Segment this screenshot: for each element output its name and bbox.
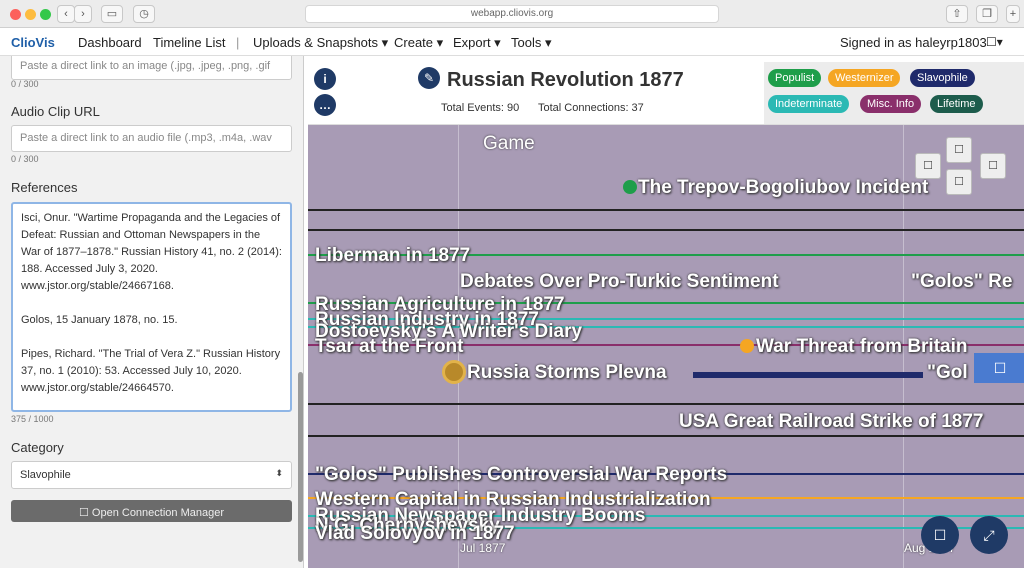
nav-create-menu[interactable]: Create ▾	[394, 35, 443, 51]
track-line	[308, 209, 1024, 211]
forward-button[interactable]: ›	[74, 5, 92, 23]
category-legend: Populist Westernizer Slavophile Indeterm…	[764, 62, 1024, 124]
event-label[interactable]: War Threat from Britain	[756, 336, 968, 358]
references-textarea[interactable]: Isci, Onur. "Wartime Propaganda and the …	[11, 202, 292, 412]
event-label[interactable]: "Golos" Re	[911, 271, 1012, 293]
edit-title-icon[interactable]: ✎	[418, 67, 440, 89]
event-label[interactable]: Debates Over Pro-Turkic Sentiment	[460, 271, 779, 293]
category-pill[interactable]: Westernizer	[828, 69, 901, 87]
nav-timeline-list[interactable]: Timeline List	[153, 35, 225, 50]
event-marker[interactable]	[623, 180, 637, 194]
event-marker[interactable]	[740, 339, 754, 353]
category-pill[interactable]: Populist	[768, 69, 822, 87]
share-icon[interactable]: ⇧	[946, 5, 968, 23]
app-navbar: ClioVis Dashboard Timeline List | Upload…	[0, 28, 1024, 56]
sidebar-scrollbar[interactable]	[298, 372, 303, 562]
event-label[interactable]: "Golos" Publishes Controversial War Repo…	[315, 464, 727, 486]
nav-separator: |	[236, 35, 240, 50]
category-pill[interactable]: Lifetime	[930, 95, 983, 113]
open-connection-manager-label: Open Connection Manager	[91, 507, 224, 519]
nav-export-menu[interactable]: Export ▾	[453, 35, 501, 51]
references-label: References	[11, 180, 78, 195]
event-label[interactable]: Liberman in 1877	[315, 245, 470, 267]
axis-label: Jul 1877	[460, 541, 506, 555]
category-select[interactable]: Slavophile ⬍	[11, 461, 292, 489]
category-pill[interactable]: Misc. Info	[860, 95, 922, 113]
total-events: Total Events: 90	[441, 102, 520, 114]
track-line	[308, 435, 1024, 437]
event-marker[interactable]	[442, 360, 466, 384]
pan-left-button[interactable]: ☐	[915, 153, 941, 179]
timeline-header: i … ✎ Russian Revolution 1877 Total Even…	[308, 56, 1024, 125]
new-tab-button[interactable]: +	[1006, 5, 1020, 23]
category-label: Category	[11, 440, 64, 455]
close-window-icon[interactable]	[10, 9, 21, 20]
event-label[interactable]: The Trepov-Bogoliubov Incident	[638, 177, 928, 199]
audio-url-count: 0 / 300	[11, 154, 39, 164]
event-label[interactable]: Tsar at the Front	[315, 336, 464, 358]
pan-down-button[interactable]: ☐	[946, 169, 972, 195]
fullscreen-toggle-icon[interactable]: ☐▾	[986, 35, 1003, 49]
group-label: Game	[483, 133, 535, 154]
expand-icon[interactable]: ⤢	[970, 516, 1008, 554]
browser-chrome: ‹ › ▭ ◷ webapp.cliovis.org ⇧ ❐ +	[0, 0, 1024, 28]
back-button[interactable]: ‹	[57, 5, 75, 23]
nav-tools-menu[interactable]: Tools ▾	[511, 35, 552, 51]
references-count: 375 / 1000	[11, 414, 54, 424]
tabs-icon[interactable]: ❐	[976, 5, 998, 23]
track-line	[308, 403, 1024, 405]
minimize-window-icon[interactable]	[25, 9, 36, 20]
nav-uploads-menu[interactable]: Uploads & Snapshots ▾	[253, 35, 388, 51]
checkbox-icon: ☐	[78, 507, 92, 519]
pan-up-button[interactable]: ☐	[946, 137, 972, 163]
category-select-value: Slavophile	[20, 469, 71, 481]
collapse-panel-button[interactable]: ☐	[974, 353, 1024, 383]
total-connections: Total Connections: 37	[538, 102, 644, 114]
info-icon[interactable]: i	[314, 68, 336, 90]
image-url-count: 0 / 300	[11, 79, 39, 89]
fit-view-button[interactable]: ☐	[921, 516, 959, 554]
sidebar-toggle-icon[interactable]: ▭	[101, 5, 123, 23]
open-connection-manager-button[interactable]: ☐ Open Connection Manager	[11, 500, 292, 522]
timeline-title: Russian Revolution 1877	[447, 69, 684, 91]
event-label[interactable]: USA Great Railroad Strike of 1877	[679, 411, 983, 433]
audio-url-input[interactable]: Paste a direct link to an audio file (.m…	[11, 125, 292, 152]
nav-dashboard[interactable]: Dashboard	[78, 35, 142, 50]
track-line	[693, 372, 923, 378]
event-label[interactable]: "Gol	[927, 362, 968, 384]
event-label[interactable]: Russia Storms Plevna	[467, 362, 667, 384]
signed-in-user[interactable]: Signed in as haleyrp1803	[840, 35, 987, 50]
comment-icon[interactable]: …	[314, 94, 336, 116]
audio-clip-label: Audio Clip URL	[11, 104, 100, 119]
event-editor-sidebar: Paste a direct link to an image (.jpg, .…	[0, 56, 304, 568]
image-url-input[interactable]: Paste a direct link to an image (.jpg, .…	[11, 56, 292, 80]
category-pill[interactable]: Indeterminate	[768, 95, 850, 113]
timeline-canvas[interactable]: Game The Trepov-Bogoliubov Incident Libe…	[308, 125, 1024, 568]
track-line	[308, 229, 1024, 231]
history-icon[interactable]: ◷	[133, 5, 155, 23]
category-pill[interactable]: Slavophile	[910, 69, 975, 87]
address-bar[interactable]: webapp.cliovis.org	[305, 5, 719, 23]
select-arrows-icon: ⬍	[275, 468, 283, 478]
zoom-window-icon[interactable]	[40, 9, 51, 20]
pan-right-button[interactable]: ☐	[980, 153, 1006, 179]
brand-logo[interactable]: ClioVis	[11, 35, 55, 50]
